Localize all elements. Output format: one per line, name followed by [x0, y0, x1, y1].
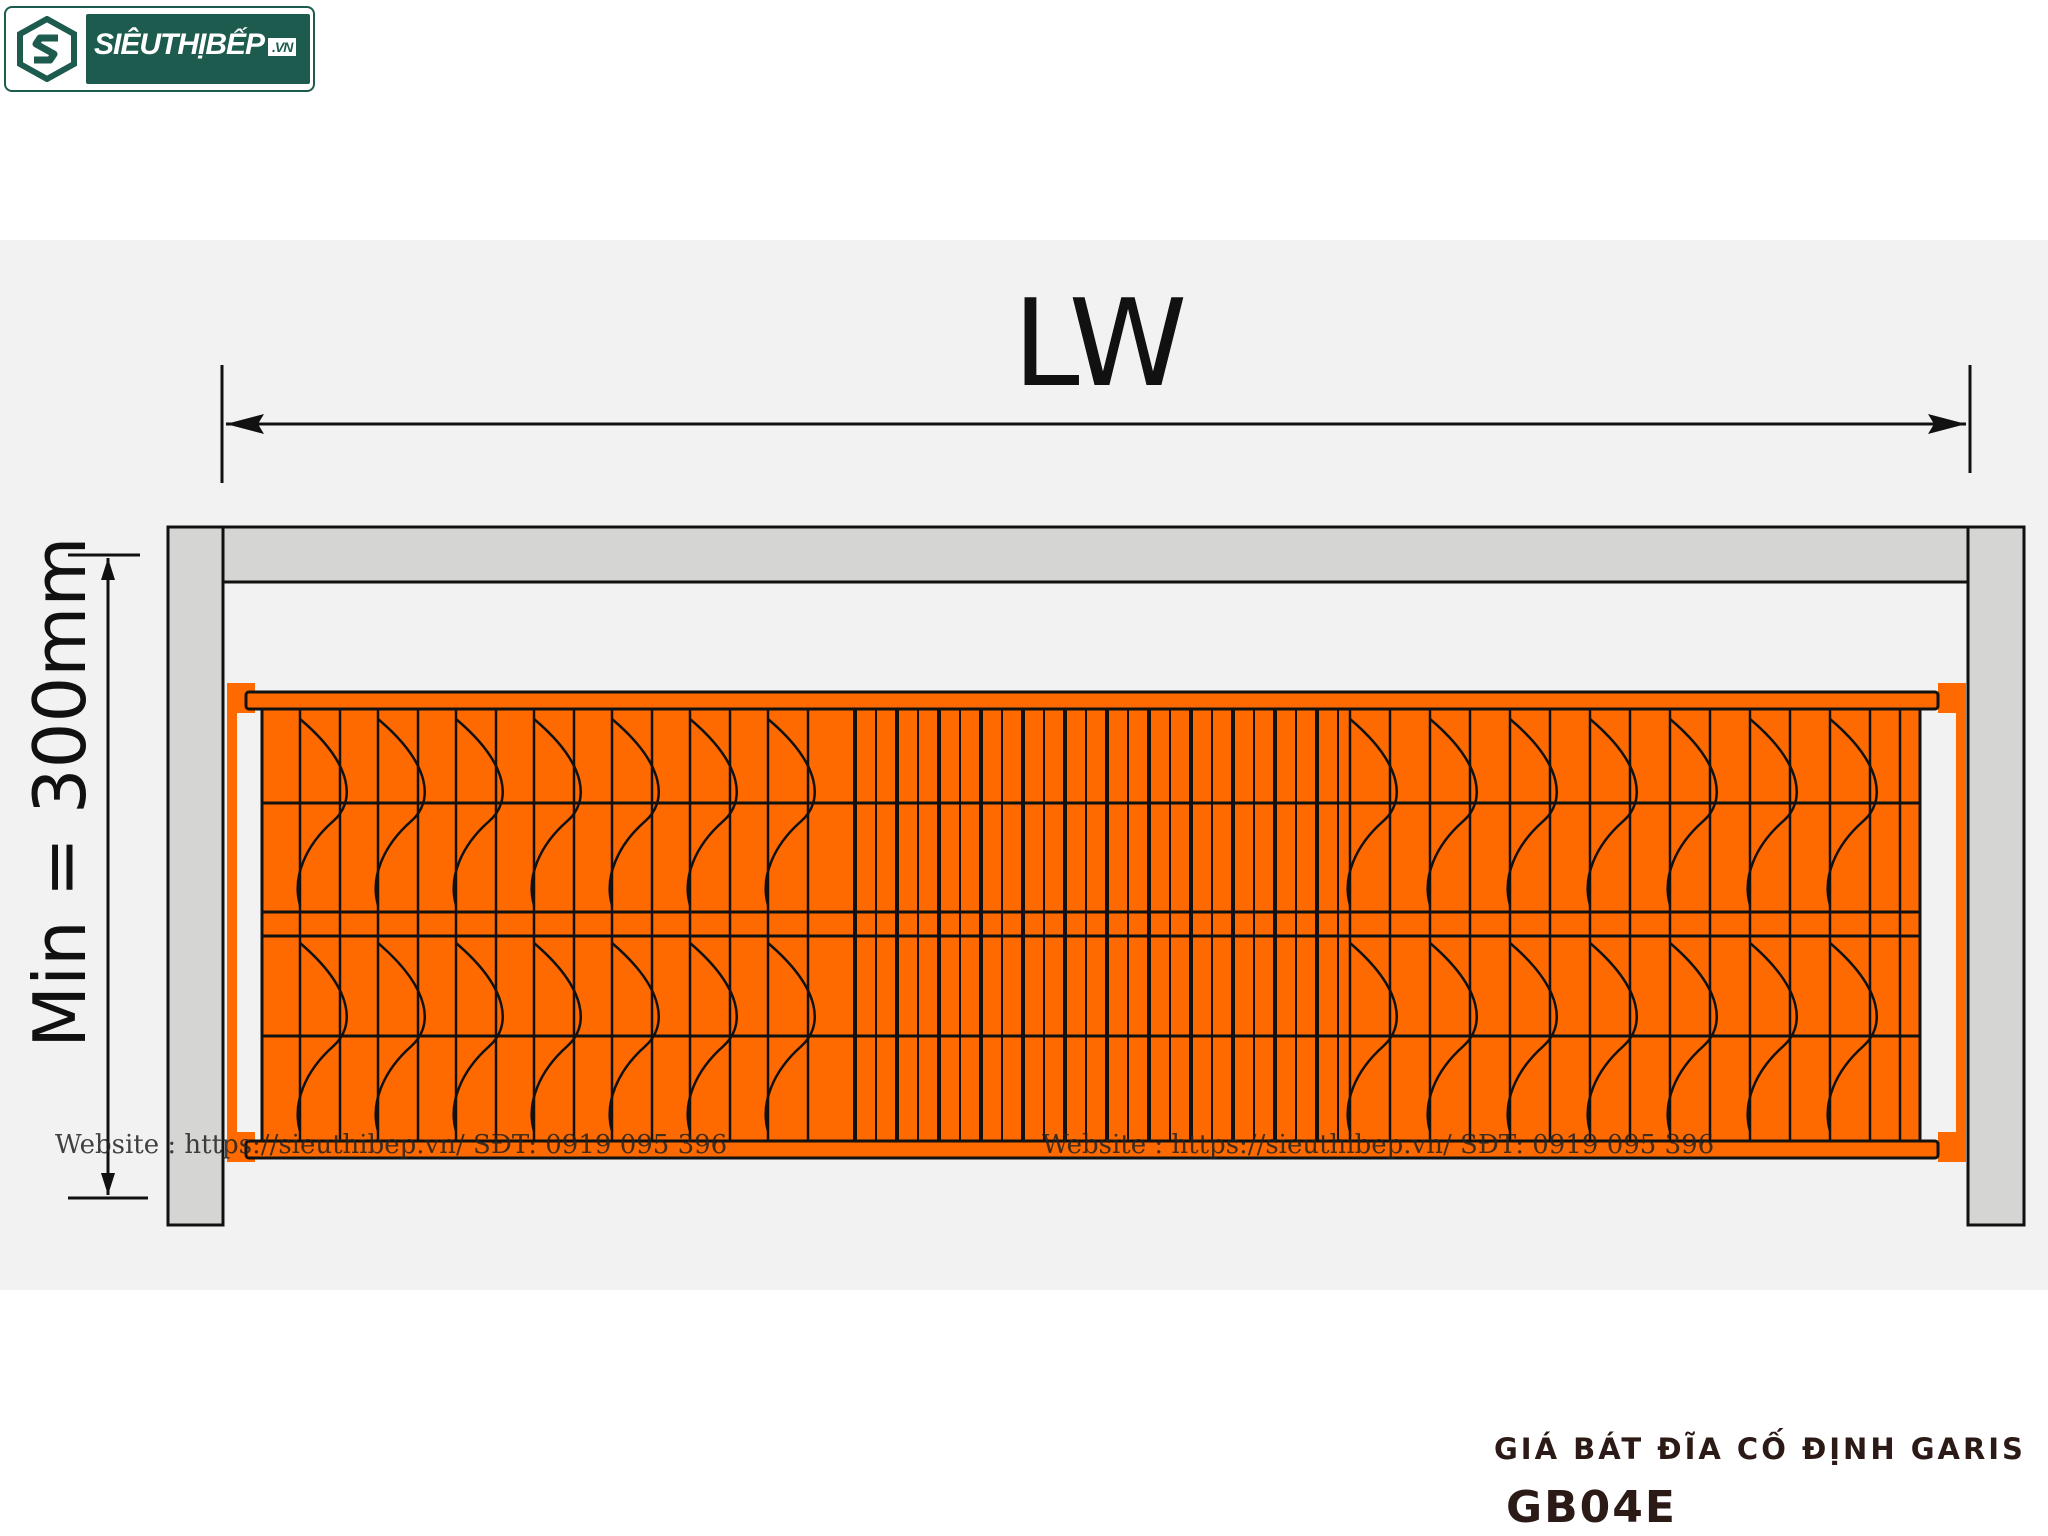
cabinet-side-left: [166, 525, 225, 1227]
basket-top-rail: [244, 690, 1940, 711]
dish-rack-basket: [244, 690, 1940, 1160]
basket-dimension-diagram: [68, 365, 2026, 1227]
width-dimension-label: LW: [1012, 275, 1188, 414]
height-arrowhead-top: [101, 558, 115, 580]
product-code: GB04E: [1506, 1482, 1677, 1533]
watermark-text: Website : https://sieuthibep.vn/ SĐT: 09…: [1042, 1130, 1715, 1160]
height-arrowhead-bottom: [101, 1173, 115, 1195]
cabinet-side-right: [1966, 525, 2026, 1227]
basket-body: [260, 703, 1922, 1143]
watermark-text: Website : https://sieuthibep.vn/ SĐT: 09…: [55, 1130, 728, 1160]
height-dimension-label: Min = 300mm: [18, 536, 102, 1048]
cabinet-top-rail: [221, 525, 1970, 584]
product-title: GIÁ BÁT ĐĨA CỐ ĐỊNH GARIS: [1494, 1432, 2026, 1466]
